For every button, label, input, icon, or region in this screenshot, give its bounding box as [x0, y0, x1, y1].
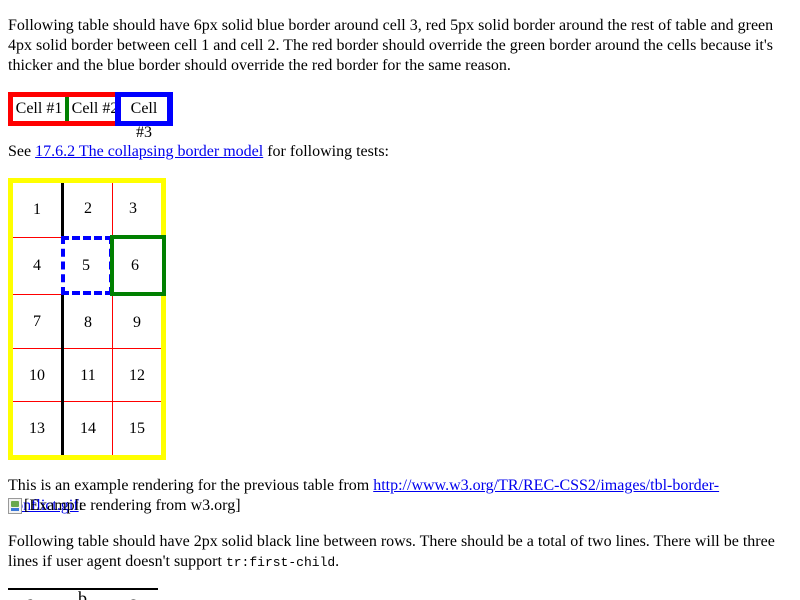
yellow-border-top: [8, 178, 166, 183]
yellow-border-bottom: [8, 455, 166, 460]
broken-image: [Example rendering from w3.org]: [8, 496, 241, 516]
collapsing-border-model-link[interactable]: 17.6.2 The collapsing border model: [35, 143, 263, 160]
border-conflict-grid: 1 2 3 4 5 6 7 8 9 10 11 12 13 14 15: [8, 178, 166, 460]
cell-1: Cell #1: [13, 97, 65, 121]
row-line-3: [13, 348, 161, 349]
broken-image-alt-text: [Example rendering from w3.org]: [24, 497, 241, 514]
see-prefix: See: [8, 143, 36, 160]
first-child-code: tr:first-child: [225, 555, 336, 570]
grid-cell-14: 14: [80, 420, 96, 437]
following-text: Following table should have 2px solid bl…: [8, 533, 775, 570]
yellow-border-right: [161, 178, 166, 460]
table3-cell-b: b: [78, 591, 87, 600]
grid-cell-3: 3: [129, 200, 137, 217]
following-paragraph: Following table should have 2px solid bl…: [8, 532, 792, 573]
grid-cell-10: 10: [29, 367, 45, 384]
table3-cell-a: a: [27, 593, 34, 600]
grid-cell-7: 7: [33, 313, 41, 330]
grid-cell-11: 11: [80, 367, 96, 384]
grid-cell-12: 12: [129, 367, 145, 384]
broken-image-icon: [8, 498, 22, 514]
table3-cell-c: c: [129, 593, 136, 600]
see-suffix: for following tests:: [263, 143, 389, 160]
cell-2: Cell #2: [69, 97, 121, 121]
grid-cell-8: 8: [84, 314, 92, 331]
border-conflict-table-1: Cell #1 Cell #2 Cell #3: [8, 92, 173, 141]
grid-cell-15: 15: [129, 420, 145, 437]
row-divider-line: [8, 588, 158, 590]
grid-cell-5: 5: [82, 257, 90, 274]
grid-cell-6: 6: [131, 257, 139, 274]
cell-3: Cell #3: [121, 97, 167, 141]
following-suffix: .: [335, 553, 340, 570]
grid-cell-2: 2: [84, 200, 92, 217]
example-prefix: This is an example rendering for the pre…: [8, 477, 374, 494]
see-paragraph: See 17.6.2 The collapsing border model f…: [8, 142, 389, 162]
grid-cell-1: 1: [33, 201, 41, 218]
row-line-4: [13, 401, 161, 402]
grid-cell-13: 13: [29, 420, 45, 437]
row-table-preview: a b c: [8, 591, 158, 600]
grid-cell-9: 9: [133, 314, 141, 331]
grid-cell-4: 4: [33, 257, 41, 274]
intro-paragraph: Following table should have 6px solid bl…: [8, 17, 774, 74]
